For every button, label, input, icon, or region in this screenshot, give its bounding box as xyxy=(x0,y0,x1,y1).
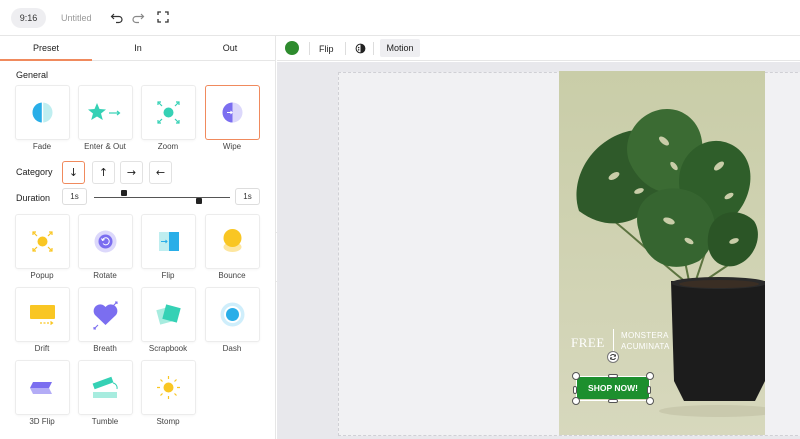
redo-icon[interactable] xyxy=(131,10,145,24)
tab-preset[interactable]: Preset xyxy=(0,36,92,61)
tumble-icon xyxy=(92,376,118,398)
preset-label-stomp: Stomp xyxy=(156,417,180,426)
preset-label-dash: Dash xyxy=(222,344,242,353)
stomp-icon xyxy=(157,376,180,399)
preset-label-popup: Popup xyxy=(30,271,54,280)
direction-left-button[interactable]: ← xyxy=(150,162,171,183)
preset-card-dash[interactable] xyxy=(206,288,259,341)
fade-icon xyxy=(32,102,53,123)
preset-label-tumble: Tumble xyxy=(91,417,119,426)
duration-slider-track[interactable] xyxy=(94,197,230,198)
resize-handle-top-right[interactable] xyxy=(646,372,654,380)
selection-frame xyxy=(576,376,650,401)
resize-handle-left[interactable] xyxy=(573,386,577,394)
dash-icon xyxy=(220,302,245,327)
animation-tabs: Preset In Out xyxy=(0,36,276,61)
preset-label-fade: Fade xyxy=(32,142,52,151)
direction-right-button[interactable]: → xyxy=(121,162,142,183)
bounce-icon xyxy=(223,229,242,252)
preset-card-enter-out[interactable] xyxy=(79,86,132,139)
preset-label-wipe: Wipe xyxy=(222,142,242,151)
resize-handle-right[interactable] xyxy=(647,386,651,394)
preset-label-3d-flip: 3D Flip xyxy=(29,417,55,426)
flip-icon xyxy=(159,232,179,251)
preset-label-zoom: Zoom xyxy=(157,142,179,151)
duration-title: Duration xyxy=(16,193,51,203)
flip-button[interactable]: Flip xyxy=(319,44,334,54)
preset-card-breath[interactable] xyxy=(79,288,132,341)
product-name-line2: ACUMINATA xyxy=(621,342,670,351)
rotate-handle[interactable] xyxy=(607,351,619,363)
fullscreen-icon[interactable] xyxy=(156,10,170,24)
preset-card-rotate[interactable] xyxy=(79,215,132,268)
toolbar-divider xyxy=(345,42,346,55)
document-title[interactable]: Untitled xyxy=(61,13,92,23)
rotate-icon xyxy=(94,230,117,253)
preset-label-breath: Breath xyxy=(93,344,117,353)
preset-card-stomp[interactable] xyxy=(142,361,195,414)
duration-start-value[interactable]: 1s xyxy=(63,189,86,204)
duration-slider-end-handle[interactable] xyxy=(196,198,202,204)
animation-panel: Preset In Out General Fade Enter & Out Z… xyxy=(0,36,276,439)
preset-card-tumble[interactable] xyxy=(79,361,132,414)
preset-card-popup[interactable] xyxy=(16,215,69,268)
artboard xyxy=(338,71,800,436)
general-section-title: General xyxy=(16,70,49,80)
resize-handle-top[interactable] xyxy=(608,374,618,378)
preset-card-fade[interactable] xyxy=(16,86,69,139)
wipe-icon xyxy=(222,102,243,123)
breath-icon xyxy=(93,301,118,330)
preset-label-enter-out: Enter & Out xyxy=(84,142,126,151)
zoom-icon xyxy=(157,101,180,124)
tab-in[interactable]: In xyxy=(92,36,184,61)
text-divider xyxy=(613,329,614,353)
rotate-handle-icon xyxy=(610,354,616,360)
preset-label-bounce: Bounce xyxy=(218,271,246,280)
toolbar-divider xyxy=(309,42,310,55)
motion-button[interactable]: Motion xyxy=(380,39,420,57)
toolbar-divider xyxy=(373,42,374,55)
preset-card-scrapbook[interactable] xyxy=(142,288,195,341)
canvas-area xyxy=(277,62,800,439)
direction-down-button[interactable]: ↓ xyxy=(63,162,84,183)
resize-handle-bottom-right[interactable] xyxy=(646,397,654,405)
preset-card-flip[interactable] xyxy=(142,215,195,268)
popup-icon xyxy=(32,231,53,252)
element-toolbar: Flip Motion xyxy=(277,36,800,61)
color-swatch[interactable] xyxy=(285,41,299,55)
resize-handle-top-left[interactable] xyxy=(572,372,580,380)
opacity-icon[interactable] xyxy=(355,43,366,54)
3d-flip-icon xyxy=(30,382,52,394)
undo-icon[interactable] xyxy=(110,10,124,24)
resize-handle-bottom-left[interactable] xyxy=(572,397,580,405)
top-bar: 9:16 Untitled xyxy=(0,0,800,36)
aspect-ratio-button[interactable]: 9:16 xyxy=(11,8,46,28)
direction-up-button[interactable]: ↑ xyxy=(93,162,114,183)
enter-out-icon xyxy=(88,103,121,120)
preset-label-scrapbook: Scrapbook xyxy=(148,344,188,353)
product-name-line1: MONSTERA xyxy=(621,331,669,340)
drift-icon xyxy=(30,305,55,325)
product-name-text[interactable]: MONSTERA ACUMINATA xyxy=(621,330,670,352)
preset-label-flip: Flip xyxy=(161,271,175,280)
scrapbook-icon xyxy=(156,304,181,325)
preset-card-drift[interactable] xyxy=(16,288,69,341)
preset-card-3d-flip[interactable] xyxy=(16,361,69,414)
duration-end-value[interactable]: 1s xyxy=(236,189,259,204)
tab-out[interactable]: Out xyxy=(184,36,276,61)
duration-slider-start-handle[interactable] xyxy=(121,190,127,196)
preset-card-zoom[interactable] xyxy=(142,86,195,139)
preset-card-bounce[interactable] xyxy=(206,215,259,268)
preset-card-wipe[interactable] xyxy=(206,86,259,139)
free-text[interactable]: FREE xyxy=(571,335,605,351)
preset-label-rotate: Rotate xyxy=(93,271,117,280)
preset-label-drift: Drift xyxy=(34,344,50,353)
category-title: Category xyxy=(16,167,53,177)
resize-handle-bottom[interactable] xyxy=(608,399,618,403)
